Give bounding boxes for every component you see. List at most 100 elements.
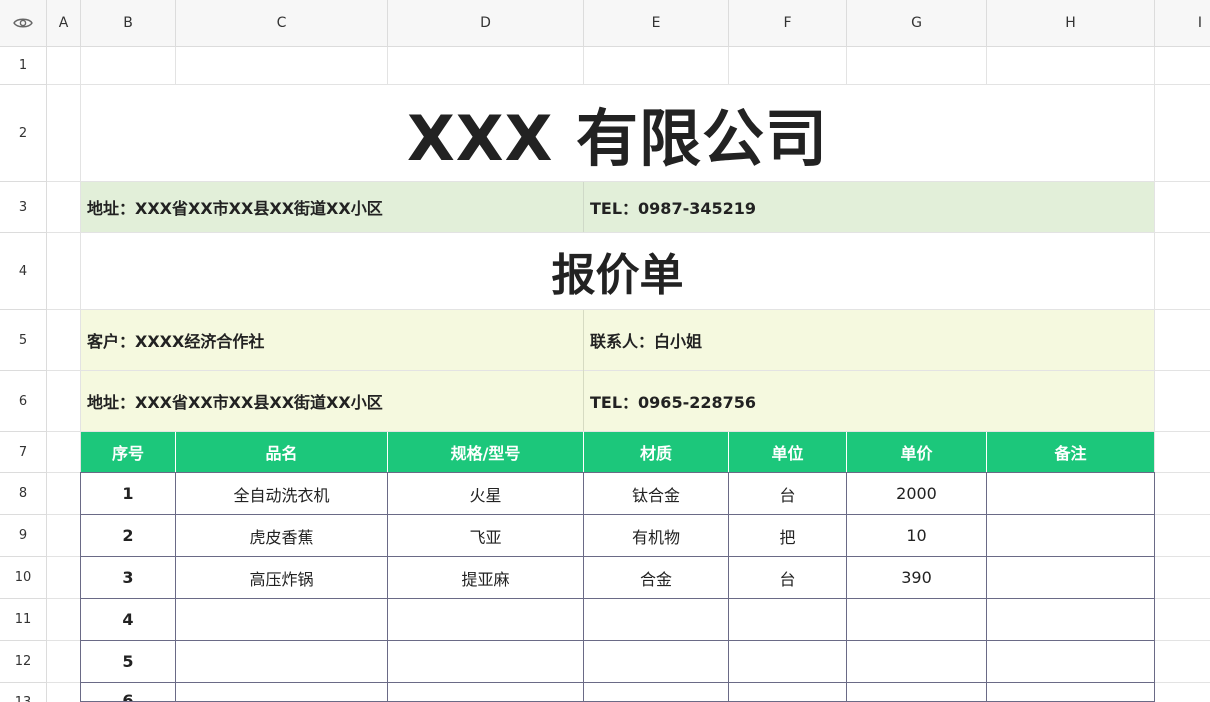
table-cell-product[interactable] [176, 599, 388, 641]
table-header-unit[interactable]: 单位 [729, 432, 847, 472]
table-cell-product[interactable]: 虎皮香蕉 [176, 515, 388, 557]
table-cell-model[interactable]: 飞亚 [388, 515, 584, 557]
table-cell-model[interactable] [388, 683, 584, 702]
table-header-remark[interactable]: 备注 [987, 432, 1154, 472]
table-cell-remark[interactable] [987, 683, 1155, 702]
row-header-label: 5 [18, 332, 28, 348]
row-header-8[interactable]: 8 [0, 473, 47, 515]
table-cell-product[interactable] [176, 641, 388, 683]
table-cell-index[interactable]: 5 [81, 641, 176, 683]
table-cell-remark[interactable] [987, 515, 1155, 557]
table-cell-unit[interactable] [729, 641, 847, 683]
row-header-4[interactable]: 4 [0, 233, 47, 310]
row-header-label: 4 [18, 263, 28, 279]
column-header-c[interactable]: C [176, 0, 388, 47]
table-cell-index[interactable]: 2 [81, 515, 176, 557]
column-header-e[interactable]: E [584, 0, 729, 47]
table-cell-index[interactable]: 4 [81, 599, 176, 641]
table-cell-remark[interactable] [987, 641, 1155, 683]
table-cell-model[interactable]: 火星 [388, 473, 584, 515]
table-cell-unit[interactable] [729, 599, 847, 641]
column-header-h[interactable]: H [987, 0, 1155, 47]
table-cell-unit[interactable] [729, 683, 847, 702]
column-header-label: B [123, 15, 133, 31]
cell-text: 有机物 [631, 527, 680, 547]
customer-address-cell[interactable]: 地址：XXX省XX市XX县XX街道XX小区 [81, 371, 583, 431]
cell-text: 台 [779, 485, 796, 505]
row-header-11[interactable]: 11 [0, 599, 47, 641]
table-cell-index[interactable]: 1 [81, 473, 176, 515]
table-cell-price[interactable] [847, 599, 987, 641]
table-cell-model[interactable] [388, 599, 584, 641]
table-cell-price[interactable] [847, 641, 987, 683]
column-header-i[interactable]: I [1155, 0, 1210, 47]
company-address-cell[interactable]: 地址：XXX省XX市XX县XX街道XX小区 [81, 182, 583, 232]
select-all-corner[interactable] [0, 0, 47, 47]
row-header-12[interactable]: 12 [0, 641, 47, 683]
row-header-2[interactable]: 2 [0, 85, 47, 182]
table-cell-material[interactable] [584, 599, 729, 641]
row-header-6[interactable]: 6 [0, 371, 47, 432]
table-header-material[interactable]: 材质 [584, 432, 729, 472]
table-cell-remark[interactable] [987, 599, 1155, 641]
table-cell-material[interactable]: 有机物 [584, 515, 729, 557]
table-header-model[interactable]: 规格/型号 [388, 432, 584, 472]
column-header-label: C [276, 15, 287, 31]
table-cell-unit[interactable]: 台 [729, 557, 847, 599]
row-header-1[interactable]: 1 [0, 47, 47, 85]
row-header-9[interactable]: 9 [0, 515, 47, 557]
column-header-a[interactable]: A [47, 0, 81, 47]
eye-icon[interactable] [13, 16, 33, 30]
table-cell-product[interactable]: 高压炸锅 [176, 557, 388, 599]
column-header-d[interactable]: D [388, 0, 584, 47]
table-cell-model[interactable]: 提亚麻 [388, 557, 584, 599]
customer-name-cell[interactable]: 客户：XXXX经济合作社 [81, 310, 583, 370]
table-cell-remark[interactable] [987, 557, 1155, 599]
table-cell-model[interactable] [388, 641, 584, 683]
table-cell-index[interactable]: 6 [81, 683, 176, 702]
table-cell-price[interactable] [847, 683, 987, 702]
company-tel-cell[interactable]: TEL：0987-345219 [584, 182, 1154, 232]
table-header-index[interactable]: 序号 [81, 432, 176, 472]
document-title[interactable]: 报价单 [81, 233, 1154, 309]
column-header-b[interactable]: B [81, 0, 176, 47]
cell-text: 390 [901, 568, 932, 587]
table-cell-unit[interactable]: 台 [729, 473, 847, 515]
cell-text: 合金 [639, 569, 672, 589]
table-cell-material[interactable]: 合金 [584, 557, 729, 599]
table-cell-index[interactable]: 3 [81, 557, 176, 599]
row-header-label: 11 [14, 612, 32, 627]
table-header-label: 序号 [111, 444, 144, 463]
row-header-3[interactable]: 3 [0, 182, 47, 233]
table-cell-product[interactable] [176, 683, 388, 702]
table-cell-material[interactable] [584, 641, 729, 683]
table-header-label: 单位 [771, 444, 804, 463]
table-cell-price[interactable]: 10 [847, 515, 987, 557]
company-title[interactable]: XXX 有限公司 [81, 85, 1154, 181]
table-cell-product[interactable]: 全自动洗衣机 [176, 473, 388, 515]
column-header-label: A [58, 15, 69, 31]
row-header-label: 2 [18, 125, 28, 141]
row-header-7[interactable]: 7 [0, 432, 47, 473]
table-cell-remark[interactable] [987, 473, 1155, 515]
row-header-13[interactable]: 13 [0, 683, 47, 702]
table-cell-price[interactable]: 390 [847, 557, 987, 599]
gridline [47, 472, 80, 473]
table-cell-price[interactable]: 2000 [847, 473, 987, 515]
column-header-f[interactable]: F [729, 0, 847, 47]
gridline [47, 598, 80, 599]
table-header-product[interactable]: 品名 [176, 432, 388, 472]
customer-tel-cell[interactable]: TEL：0965-228756 [584, 371, 1154, 431]
row-header-5[interactable]: 5 [0, 310, 47, 371]
table-cell-material[interactable]: 钛合金 [584, 473, 729, 515]
column-header-g[interactable]: G [847, 0, 987, 47]
table-cell-material[interactable] [584, 683, 729, 702]
table-header-label: 规格/型号 [450, 444, 521, 463]
row-header-10[interactable]: 10 [0, 557, 47, 599]
table-cell-unit[interactable]: 把 [729, 515, 847, 557]
customer-contact-cell[interactable]: 联系人：白小姐 [584, 310, 1154, 370]
gridline [1155, 640, 1210, 641]
gridline [1155, 682, 1210, 683]
cell-text: 把 [779, 527, 796, 547]
table-header-price[interactable]: 单价 [847, 432, 987, 472]
